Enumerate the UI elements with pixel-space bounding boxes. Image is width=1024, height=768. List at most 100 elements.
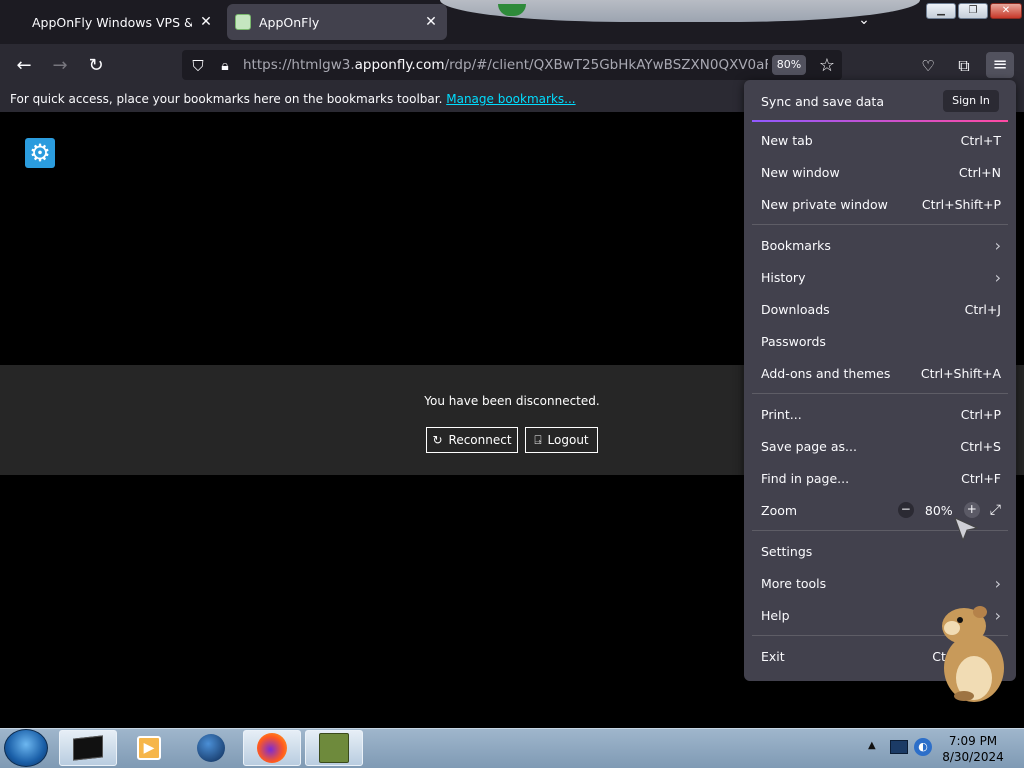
- menu-separator: [752, 120, 1008, 122]
- menu-item-new-window[interactable]: New window Ctrl+N: [761, 158, 1001, 186]
- zoom-value: 80%: [924, 502, 953, 518]
- terminal-window-icon: [73, 735, 103, 761]
- firefox-icon: [257, 733, 287, 763]
- taskbar-item-media-player[interactable]: ▶: [120, 730, 178, 766]
- tracking-shield-icon[interactable]: ⛉: [186, 54, 210, 78]
- url-prefix: https://htmlgw3.: [243, 57, 355, 73]
- menu-item-label: Passwords: [761, 333, 826, 349]
- menu-item-addons-themes[interactable]: Add-ons and themes Ctrl+Shift+A: [761, 359, 1001, 387]
- menu-item-shortcut: Ctrl+N: [958, 164, 1001, 180]
- chevron-right-icon: ›: [994, 573, 1001, 593]
- menu-item-save-page-as[interactable]: Save page as... Ctrl+S: [761, 432, 1001, 460]
- network-monitor-icon[interactable]: [890, 740, 908, 754]
- sync-label: Sync and save data: [761, 93, 884, 109]
- menu-item-shortcut: Ctrl+F: [961, 470, 1001, 486]
- close-window-button[interactable]: ✕: [990, 3, 1022, 19]
- taskbar-item-firefox[interactable]: [243, 730, 301, 766]
- url-path: /rdp/#/client/QXBwT25GbHkAYwBSZXN0QXV0aF…: [444, 57, 768, 73]
- clock-date: 8/30/2024: [942, 750, 1004, 764]
- menu-item-new-private-window[interactable]: New private window Ctrl+Shift+P: [761, 190, 1001, 218]
- tab-favicon: [235, 14, 251, 30]
- logout-door-icon: ⍈: [534, 432, 542, 447]
- hamster-box-icon: [319, 733, 349, 763]
- menu-item-passwords[interactable]: Passwords: [761, 327, 1001, 355]
- media-player-icon: ▶: [137, 736, 161, 760]
- menu-item-new-tab[interactable]: New tab Ctrl+T: [761, 126, 1001, 154]
- menu-item-shortcut: Ctrl+Shift+A: [920, 365, 1001, 381]
- chevron-right-icon: ›: [994, 267, 1001, 287]
- taskbar-item-network-globe[interactable]: [182, 730, 240, 766]
- menu-item-history[interactable]: History ›: [761, 263, 1001, 291]
- menu-item-label: Exit: [761, 648, 785, 664]
- settings-gear-icon[interactable]: ⚙: [25, 138, 55, 168]
- menu-item-shortcut: Ctrl+Shift+P: [921, 196, 1001, 212]
- url-text[interactable]: https://htmlgw3.apponfly.com/rdp/#/clien…: [243, 57, 768, 75]
- fullscreen-expand-icon[interactable]: ⤢: [990, 502, 1001, 518]
- menu-item-label: Settings: [761, 543, 813, 559]
- menu-item-shortcut: Ctrl+T: [960, 132, 1001, 148]
- list-all-tabs-chevron-icon[interactable]: ⌄: [852, 12, 876, 32]
- start-button-windows-orb-icon[interactable]: [4, 729, 48, 767]
- menu-item-label: Downloads: [761, 301, 830, 317]
- menu-item-label: More tools: [761, 575, 827, 591]
- menu-item-downloads[interactable]: Downloads Ctrl+J: [761, 295, 1001, 323]
- menu-item-label: History: [761, 269, 806, 285]
- menu-separator: [752, 393, 1008, 394]
- menu-item-label: New private window: [761, 196, 888, 212]
- close-tab-icon[interactable]: ✕: [198, 14, 214, 30]
- manage-bookmarks-link[interactable]: Manage bookmarks...: [446, 92, 575, 106]
- menu-item-print[interactable]: Print... Ctrl+P: [761, 400, 1001, 428]
- minimize-button[interactable]: ▁: [926, 3, 956, 19]
- zoom-out-minus-icon[interactable]: −: [897, 502, 914, 518]
- menu-item-label: Find in page...: [761, 470, 850, 486]
- forward-arrow-icon[interactable]: →: [48, 54, 72, 78]
- zoom-level-badge[interactable]: 80%: [772, 55, 806, 75]
- pocket-icon[interactable]: ♡: [916, 54, 940, 78]
- lock-icon[interactable]: 🔒︎: [213, 54, 237, 78]
- globe-icon: [197, 734, 225, 762]
- menu-item-more-tools[interactable]: More tools ›: [761, 569, 1001, 597]
- menu-item-shortcut: Ctrl+P: [960, 406, 1001, 422]
- menu-item-label: Print...: [761, 406, 802, 422]
- clock-time: 7:09 PM: [948, 734, 998, 748]
- tab-label: AppOnFly Windows VPS & Clo: [32, 14, 192, 30]
- system-clock[interactable]: 7:09 PM 8/30/2024: [930, 733, 1016, 765]
- taskbar-item-box-game[interactable]: [305, 730, 363, 766]
- mouse-cursor-icon: [954, 517, 979, 542]
- taskbar-item-terminal[interactable]: [59, 730, 117, 766]
- menu-item-shortcut: Ctrl+J: [964, 301, 1001, 317]
- tab-apponfly[interactable]: AppOnFly ✕: [227, 4, 447, 40]
- bookmarks-hint: For quick access, place your bookmarks h…: [10, 92, 443, 106]
- menu-item-label: Bookmarks: [761, 237, 831, 253]
- sign-in-button[interactable]: Sign In: [943, 90, 999, 112]
- show-hidden-icons-arrow-icon[interactable]: ▲: [868, 740, 882, 754]
- chevron-right-icon: ›: [994, 235, 1001, 255]
- url-host: apponfly.com: [354, 57, 445, 73]
- reload-icon[interactable]: ↻: [84, 54, 108, 78]
- logout-label: Logout: [547, 433, 589, 447]
- maximize-button[interactable]: ❐: [958, 3, 988, 19]
- menu-item-label: New tab: [761, 132, 813, 148]
- tab-apponfly-windows-vps[interactable]: AppOnFly Windows VPS & Clo ✕: [4, 4, 222, 40]
- zoom-controls: − 80% + ⤢: [897, 502, 1001, 518]
- back-arrow-icon[interactable]: ←: [12, 54, 36, 78]
- menu-item-find-in-page[interactable]: Find in page... Ctrl+F: [761, 464, 1001, 492]
- close-tab-icon[interactable]: ✕: [423, 14, 439, 30]
- menu-item-label: Save page as...: [761, 438, 857, 454]
- app-menu-panel: Sync and save data Sign In New tab Ctrl+T…: [744, 80, 1016, 681]
- extensions-puzzle-icon[interactable]: ⧉: [952, 54, 976, 78]
- menu-separator: [752, 224, 1008, 225]
- bookmark-star-icon[interactable]: ☆: [815, 54, 839, 78]
- menu-item-label: Help: [761, 607, 790, 623]
- logout-button[interactable]: ⍈ Logout: [525, 427, 598, 453]
- hamster-desktop-pet-icon: [942, 606, 1004, 702]
- menu-item-label: Zoom: [761, 502, 798, 518]
- reconnect-label: Reconnect: [448, 433, 512, 447]
- reconnect-button[interactable]: ↻ Reconnect: [426, 427, 518, 453]
- menu-item-label: Add-ons and themes: [761, 365, 891, 381]
- app-menu-hamburger-icon[interactable]: ≡: [986, 52, 1014, 78]
- tab-label: AppOnFly: [259, 14, 320, 30]
- menu-item-label: New window: [761, 164, 840, 180]
- menu-item-shortcut: Ctrl+S: [960, 438, 1001, 454]
- menu-item-bookmarks[interactable]: Bookmarks ›: [761, 231, 1001, 259]
